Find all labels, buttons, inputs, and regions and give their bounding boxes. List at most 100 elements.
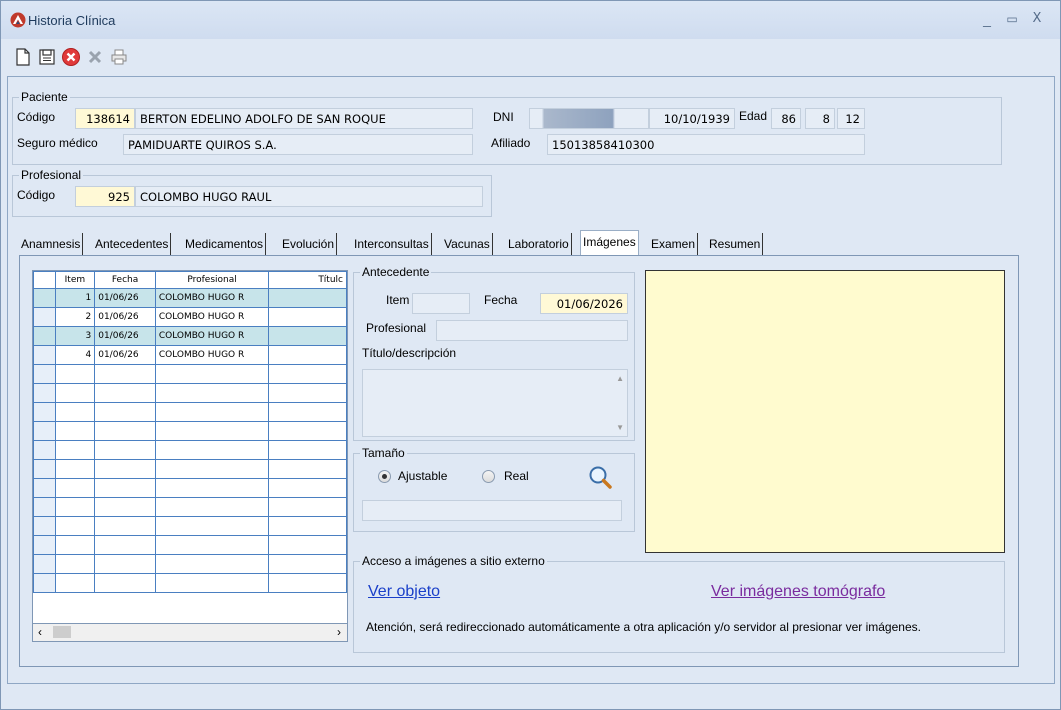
cancel-icon[interactable] — [61, 47, 81, 67]
titulo-descripcion-textarea[interactable]: ▲ ▼ — [362, 369, 628, 437]
row-header-cell[interactable] — [33, 459, 56, 479]
grid-cell-profesional[interactable] — [154, 478, 270, 498]
grid-cell-titulo[interactable] — [268, 478, 347, 498]
grid-cell-item[interactable] — [54, 478, 96, 498]
grid-cell-titulo[interactable] — [268, 516, 347, 536]
imagenes-grid[interactable]: Item Fecha Profesional Títulc 1 01/06/26 C… — [32, 270, 348, 624]
tab-examen[interactable]: Examen — [649, 233, 699, 255]
grid-cell-profesional[interactable] — [154, 421, 270, 441]
maximize-button[interactable]: ▭ — [1001, 9, 1023, 29]
row-header-cell[interactable] — [33, 326, 56, 346]
ajustable-label[interactable]: Ajustable — [398, 469, 447, 483]
grid-cell-titulo[interactable] — [268, 440, 347, 460]
tab-antecedentes[interactable]: Antecedentes — [93, 233, 172, 255]
grid-cell-fecha[interactable] — [94, 440, 156, 460]
grid-cell-item[interactable]: 3 — [54, 326, 96, 346]
new-document-icon[interactable] — [13, 47, 33, 67]
table-row[interactable] — [33, 459, 347, 479]
antecedente-fecha-field[interactable]: 01/06/2026 — [540, 293, 628, 314]
grid-cell-titulo[interactable] — [268, 535, 347, 555]
print-icon[interactable] — [109, 47, 129, 67]
grid-cell-item[interactable] — [54, 535, 96, 555]
grid-cell-fecha[interactable] — [94, 459, 156, 479]
real-radio[interactable] — [482, 470, 495, 483]
grid-cell-profesional[interactable]: COLOMBO HUGO R — [154, 326, 270, 346]
grid-cell-titulo[interactable] — [268, 554, 347, 574]
table-row[interactable] — [33, 383, 347, 403]
grid-cell-profesional[interactable] — [154, 516, 270, 536]
grid-cell-item[interactable] — [54, 497, 96, 517]
grid-cell-profesional[interactable] — [154, 440, 270, 460]
grid-cell-item[interactable] — [54, 440, 96, 460]
grid-cell-titulo[interactable] — [268, 383, 347, 403]
row-header-cell[interactable] — [33, 440, 56, 460]
table-row[interactable]: 2 01/06/26 COLOMBO HUGO R — [33, 307, 347, 327]
grid-cell-item[interactable] — [54, 402, 96, 422]
row-header-cell[interactable] — [33, 288, 56, 308]
table-row[interactable] — [33, 364, 347, 384]
table-row[interactable] — [33, 497, 347, 517]
table-row[interactable] — [33, 554, 347, 574]
antecedente-profesional-field[interactable] — [436, 320, 628, 341]
row-header-cell[interactable] — [33, 554, 56, 574]
grid-cell-fecha[interactable] — [94, 421, 156, 441]
grid-cell-fecha[interactable]: 01/06/26 — [94, 345, 156, 365]
ver-objeto-link[interactable]: Ver objeto — [368, 583, 440, 601]
grid-header-item[interactable]: Item — [54, 271, 96, 289]
image-preview[interactable] — [645, 270, 1005, 553]
grid-cell-fecha[interactable] — [94, 573, 156, 593]
grid-header-titulo[interactable]: Títulc — [268, 271, 347, 289]
grid-horizontal-scrollbar[interactable]: ‹ › — [32, 624, 348, 642]
seguro-medico-field[interactable]: PAMIDUARTE QUIROS S.A. — [123, 134, 473, 155]
scroll-up-icon[interactable]: ▲ — [616, 374, 624, 383]
afiliado-field[interactable]: 15013858410300 — [547, 134, 865, 155]
tab-resumen[interactable]: Resumen — [707, 233, 764, 255]
grid-cell-item[interactable]: 4 — [54, 345, 96, 365]
tab-laboratorio[interactable]: Laboratorio — [506, 233, 572, 255]
delete-icon[interactable] — [85, 47, 105, 67]
grid-cell-profesional[interactable] — [154, 459, 270, 479]
row-header-cell[interactable] — [33, 573, 56, 593]
grid-cell-titulo[interactable] — [268, 402, 347, 422]
row-header-cell[interactable] — [33, 345, 56, 365]
grid-cell-fecha[interactable] — [94, 516, 156, 536]
grid-cell-item[interactable] — [54, 421, 96, 441]
table-row[interactable]: 4 01/06/26 COLOMBO HUGO R — [33, 345, 347, 365]
edad-anios-field[interactable]: 86 — [771, 108, 801, 129]
grid-cell-profesional[interactable]: COLOMBO HUGO R — [154, 288, 270, 308]
grid-cell-item[interactable] — [54, 459, 96, 479]
grid-cell-fecha[interactable] — [94, 535, 156, 555]
row-header-cell[interactable] — [33, 364, 56, 384]
table-row[interactable] — [33, 440, 347, 460]
row-header-cell[interactable] — [33, 421, 56, 441]
grid-cell-profesional[interactable] — [154, 554, 270, 574]
ajustable-radio[interactable] — [378, 470, 391, 483]
grid-cell-fecha[interactable] — [94, 497, 156, 517]
grid-cell-profesional[interactable] — [154, 383, 270, 403]
table-row[interactable] — [33, 535, 347, 555]
table-row[interactable]: 1 01/06/26 COLOMBO HUGO R — [33, 288, 347, 308]
tamano-field[interactable] — [362, 500, 622, 521]
row-header-cell[interactable] — [33, 402, 56, 422]
grid-cell-item[interactable]: 2 — [54, 307, 96, 327]
edad-dias-field[interactable]: 12 — [837, 108, 865, 129]
tab-imagenes[interactable]: Imágenes — [580, 230, 639, 255]
grid-cell-item[interactable] — [54, 383, 96, 403]
tab-interconsultas[interactable]: Interconsultas — [352, 233, 432, 255]
grid-cell-titulo[interactable] — [268, 326, 347, 346]
grid-cell-profesional[interactable] — [154, 535, 270, 555]
grid-header-fecha[interactable]: Fecha — [94, 271, 156, 289]
row-header-cell[interactable] — [33, 307, 56, 327]
paciente-codigo-field[interactable]: 138614 — [75, 108, 135, 129]
grid-cell-fecha[interactable] — [94, 554, 156, 574]
paciente-nombre-field[interactable]: BERTON EDELINO ADOLFO DE SAN ROQUE — [135, 108, 473, 129]
profesional-codigo-field[interactable]: 925 — [75, 186, 135, 207]
grid-header-profesional[interactable]: Profesional — [154, 271, 270, 289]
grid-cell-profesional[interactable]: COLOMBO HUGO R — [154, 307, 270, 327]
grid-cell-profesional[interactable] — [154, 573, 270, 593]
scroll-thumb[interactable] — [53, 626, 71, 638]
table-row[interactable] — [33, 478, 347, 498]
grid-cell-fecha[interactable] — [94, 478, 156, 498]
edad-meses-field[interactable]: 8 — [805, 108, 835, 129]
tab-evolucion[interactable]: Evolución — [280, 233, 338, 255]
